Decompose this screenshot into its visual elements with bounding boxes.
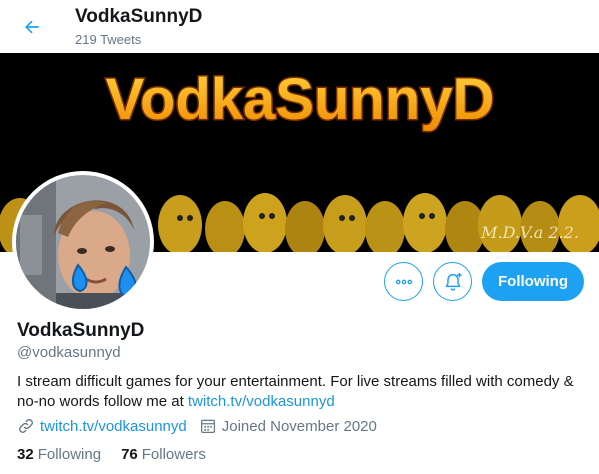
profile-bio: I stream difficult games for your entert… [17, 372, 587, 412]
banner-signature: M.D.V.a 2.2. [480, 223, 579, 242]
bell-plus-icon [445, 272, 462, 291]
banner-title-text: VodkaSunnyD [106, 67, 495, 132]
header-tweet-count: 219 Tweets [75, 32, 142, 47]
following-label: Following [37, 446, 102, 463]
followers-stat[interactable]: 76 Followers [121, 446, 206, 463]
profile-handle: @vodkasunnyd [17, 344, 121, 361]
following-count: 32 [17, 446, 34, 463]
followers-count: 76 [121, 446, 138, 463]
profile-header-bar: VodkaSunnyD 219 Tweets [0, 0, 599, 53]
following-stat[interactable]: 32 Following [17, 446, 101, 463]
calendar-icon [200, 419, 215, 433]
following-button[interactable]: Following [482, 262, 584, 301]
avatar [16, 175, 150, 309]
notifications-button[interactable] [433, 262, 472, 301]
followers-label: Followers [141, 446, 206, 463]
website-link[interactable]: twitch.tv/vodkasunnyd [40, 418, 187, 435]
website-item: twitch.tv/vodkasunnyd [17, 417, 187, 435]
profile-stats: 32 Following 76 Followers [17, 446, 226, 463]
profile-meta: twitch.tv/vodkasunnyd Joined November 20… [17, 417, 389, 435]
profile-display-name: VodkaSunnyD [17, 320, 145, 341]
more-options-button[interactable] [384, 262, 423, 301]
avatar-frame[interactable] [12, 171, 154, 313]
link-icon [19, 419, 33, 433]
bio-link[interactable]: twitch.tv/vodkasunnyd [188, 393, 335, 410]
back-arrow-icon [25, 20, 39, 34]
header-display-name: VodkaSunnyD [75, 6, 203, 27]
joined-date: Joined November 2020 [221, 417, 377, 435]
more-dots-icon [395, 279, 412, 284]
back-button[interactable] [16, 11, 48, 43]
profile-actions: Following [384, 262, 584, 301]
joined-item: Joined November 2020 [199, 417, 377, 435]
